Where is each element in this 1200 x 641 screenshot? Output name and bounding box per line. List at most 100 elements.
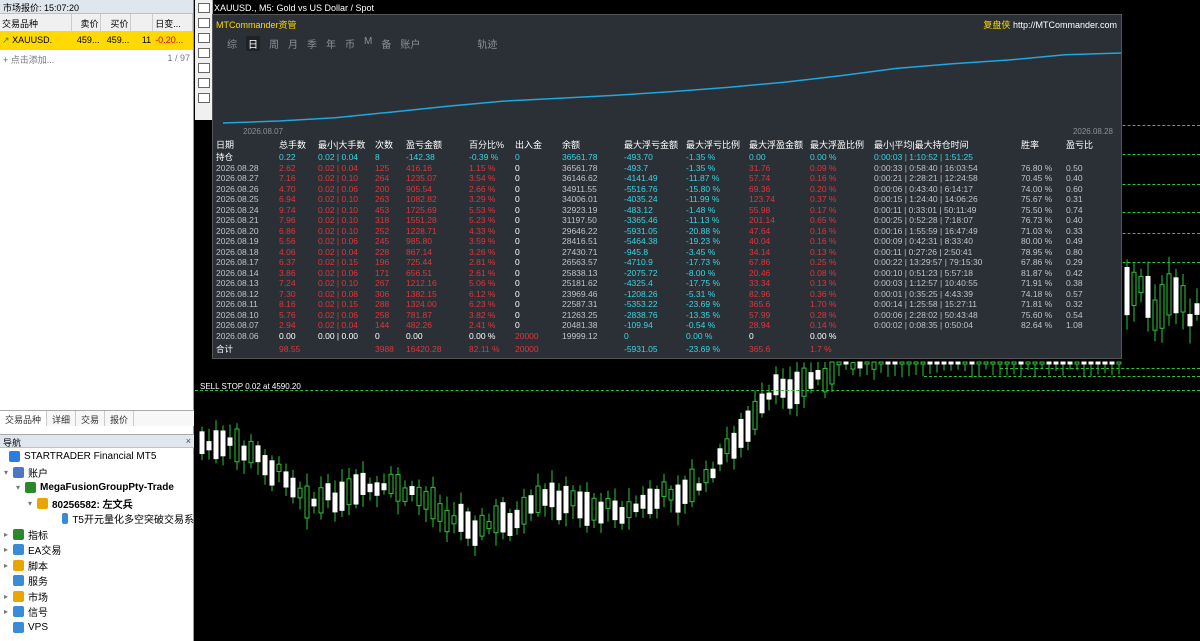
column-header[interactable]: 总手数	[279, 139, 318, 152]
column-header[interactable]: 最小|大手数	[318, 139, 375, 152]
col-ask[interactable]: 买价	[101, 14, 132, 31]
tool-button[interactable]	[198, 48, 210, 58]
tree-toggle-icon[interactable]: ▾	[4, 468, 13, 477]
column-header[interactable]: 最大浮亏比例	[686, 139, 749, 152]
col-symbol[interactable]: 交易品种	[0, 14, 72, 31]
table-cell: 0.37 %	[810, 194, 837, 204]
close-icon[interactable]: ×	[186, 436, 191, 446]
table-cell: 6.23 %	[469, 299, 496, 309]
chart-title: XAUUSD., M5: Gold vs US Dollar / Spot	[214, 3, 375, 13]
sell-stop-line[interactable]	[195, 390, 1200, 391]
column-header[interactable]: 次数	[375, 139, 406, 152]
nav-item-label: EA交易	[28, 546, 62, 558]
table-cell: 867.14	[406, 246, 432, 257]
tool-button[interactable]	[198, 18, 210, 28]
table-cell: 19999.12	[562, 330, 598, 341]
tool-button[interactable]	[198, 93, 210, 103]
tree-toggle-icon[interactable]: ▸	[4, 530, 13, 539]
nav-item[interactable]: ▾ MegaFusionGroupPty-Trade	[0, 480, 194, 496]
table-cell	[1066, 341, 1116, 355]
candlestick	[570, 485, 576, 520]
column-header[interactable]: 百分比%	[469, 139, 515, 152]
table-cell: 0	[515, 152, 520, 162]
market-watch-tab[interactable]: 交易品种	[0, 411, 48, 426]
col-spread[interactable]	[131, 14, 154, 31]
market-watch-tab[interactable]: 报价	[105, 411, 135, 426]
table-cell: 2026.08.10	[216, 309, 259, 320]
tool-button[interactable]	[198, 33, 210, 43]
nav-item-label: 指标	[28, 530, 48, 542]
table-row: 2026.08.24 9.74 0.02 | 0.10 453 1725.69 5.53 …	[216, 205, 1116, 216]
nav-item[interactable]: STARTRADER Financial MT5	[0, 449, 194, 465]
tool-button[interactable]	[198, 3, 210, 13]
candlestick	[1194, 288, 1200, 321]
column-header[interactable]: 日期	[216, 139, 279, 152]
table-cell: -15.80 %	[686, 183, 721, 194]
symbol-row[interactable]: ↗ XAUUSD. 459... 459... 11 -0.20...	[0, 32, 193, 50]
brand-url[interactable]: http://MTCommander.com	[1013, 20, 1117, 30]
table-cell: 36561.78	[562, 152, 598, 162]
nav-item-label: VPS	[28, 621, 49, 633]
tree-toggle-icon[interactable]: ▾	[28, 499, 37, 508]
col-change[interactable]: 日变...	[153, 14, 194, 31]
table-cell: 1725.69	[406, 204, 437, 215]
table-cell: 8.16	[279, 299, 296, 309]
nav-item[interactable]: ▸ EA交易	[0, 542, 194, 558]
nav-item[interactable]: ▸ 市场	[0, 589, 194, 605]
tree-toggle-icon[interactable]: ▸	[4, 592, 13, 601]
table-row: 2026.08.10 5.76 0.02 | 0.06 258 781.87 3.82 %…	[216, 310, 1116, 321]
table-cell: 67.86 %	[1021, 257, 1053, 267]
column-header[interactable]: 出入金	[515, 139, 562, 152]
nav-item[interactable]: VPS	[0, 620, 194, 636]
brand-name: 复盘侠	[983, 20, 1011, 30]
candlestick	[682, 475, 688, 514]
table-cell: 6.86	[279, 225, 296, 236]
nav-item[interactable]: ▾ 账户	[0, 465, 194, 481]
column-header[interactable]: 余额	[562, 139, 624, 152]
table-cell: 0	[515, 299, 520, 309]
column-header[interactable]: 胜率	[1021, 139, 1066, 152]
add-symbol-row[interactable]: + 点击添加... 1 / 97	[0, 50, 193, 69]
table-cell: 0	[515, 215, 520, 225]
market-watch-tab[interactable]: 交易	[76, 411, 106, 426]
table-row: 2026.08.17 6.37 0.02 | 0.15 196 725.44 2.81 %…	[216, 257, 1116, 268]
table-cell: 125	[375, 162, 390, 173]
table-cell: 2.81 %	[469, 257, 496, 267]
tree-toggle-icon[interactable]: ▸	[4, 545, 13, 554]
candlestick	[892, 361, 898, 376]
column-header[interactable]: 盈亏金额	[406, 139, 469, 152]
table-cell: 318	[375, 215, 390, 225]
nav-item[interactable]: ▸ 脚本	[0, 558, 194, 574]
candlestick	[745, 405, 751, 451]
column-header[interactable]: 最小|平均|最大持仓时间	[874, 139, 1021, 152]
table-cell: 0.02 | 0.04	[318, 246, 359, 257]
table-cell: 0.00 %	[686, 330, 713, 341]
table-cell: 3988	[375, 344, 394, 354]
tree-toggle-icon[interactable]: ▾	[16, 483, 25, 492]
tool-button[interactable]	[198, 78, 210, 88]
candlestick	[605, 490, 611, 522]
candlestick	[1187, 298, 1193, 344]
tree-toggle-icon[interactable]: ▸	[4, 607, 13, 616]
market-watch-tab[interactable]: 详细	[47, 411, 77, 426]
tree-toggle-icon[interactable]: ▸	[4, 561, 13, 570]
nav-item[interactable]: ▾ 80256582: 左文兵	[0, 496, 194, 512]
candlestick	[822, 362, 828, 399]
tool-button[interactable]	[198, 63, 210, 73]
candlestick	[1159, 275, 1165, 343]
column-header[interactable]: 最大浮盈金额	[749, 139, 810, 152]
table-cell: 3.59 %	[469, 236, 496, 246]
column-header[interactable]: 最大浮亏金额	[624, 139, 686, 152]
candlestick	[486, 513, 492, 535]
nav-item[interactable]: ▸ 信号	[0, 604, 194, 620]
table-cell: 6.94	[279, 194, 296, 204]
nav-item[interactable]: 服务	[0, 573, 194, 589]
nav-item[interactable]: T5开元量化多空突破交易系	[0, 511, 194, 527]
table-cell: 0.00	[406, 330, 423, 341]
col-bid[interactable]: 卖价	[72, 14, 102, 31]
nav-item[interactable]: ▸ 指标	[0, 527, 194, 543]
candlestick	[661, 473, 667, 508]
table-cell: 0.16 %	[810, 173, 837, 183]
column-header[interactable]: 盈亏比	[1066, 139, 1116, 152]
column-header[interactable]: 最大浮盈比例	[810, 139, 874, 152]
